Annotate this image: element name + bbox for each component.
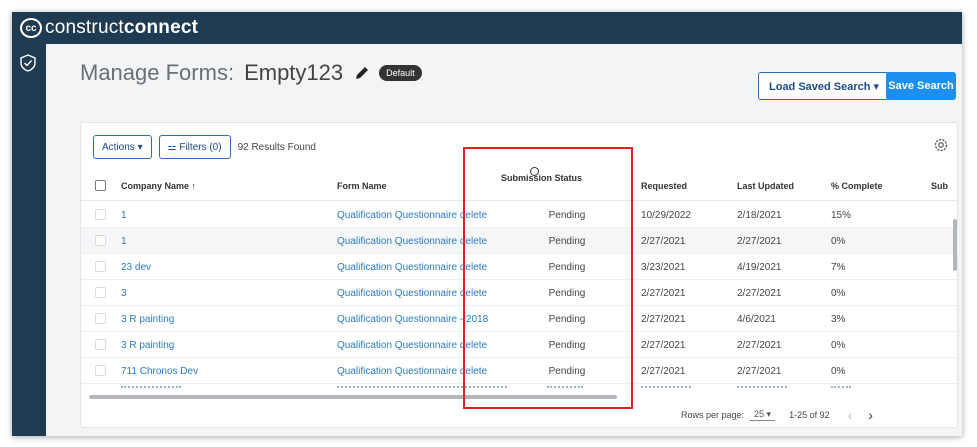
screenshot-frame: cc constructconnect Manage Forms: Empty1…: [12, 12, 962, 436]
complete-cell: 0%: [831, 236, 846, 247]
requested-cell: 10/29/2022: [641, 210, 692, 221]
updated-cell: 2/27/2021: [737, 340, 782, 351]
page-title: Manage Forms: Empty123 Default: [80, 60, 422, 86]
load-saved-search-button[interactable]: Load Saved Search ▾: [758, 72, 891, 100]
updated-cell: 4/6/2021: [737, 314, 776, 325]
previous-page-button[interactable]: ‹: [848, 407, 853, 423]
default-badge: Default: [379, 65, 422, 81]
mouse-cursor-icon: [530, 167, 539, 176]
requested-cell: 2/27/2021: [641, 366, 686, 377]
requested-cell: 3/23/2021: [641, 262, 686, 273]
next-page-button[interactable]: ›: [868, 407, 873, 423]
complete-cell: 0%: [831, 366, 846, 377]
clipped-text: [831, 386, 851, 390]
column-header-complete[interactable]: % Complete: [831, 181, 883, 191]
company-link[interactable]: 3 R painting: [121, 314, 174, 325]
table-toolbar: Actions ▾ ⚍ Filters (0) 92 Results Found: [93, 135, 316, 159]
pencil-edit-icon[interactable]: [353, 64, 371, 82]
page-range: 1-25 of 92: [789, 410, 830, 420]
company-link[interactable]: 23 dev: [121, 262, 151, 273]
column-header-requested[interactable]: Requested: [641, 181, 687, 191]
company-link[interactable]: 711 Chronos Dev: [121, 366, 198, 377]
clipped-text: [121, 386, 181, 390]
row-checkbox[interactable]: [95, 261, 106, 272]
actions-dropdown-button[interactable]: Actions ▾: [93, 135, 152, 159]
filters-button[interactable]: ⚍ Filters (0): [158, 135, 231, 159]
complete-cell: 7%: [831, 262, 846, 273]
complete-cell: 15%: [831, 210, 852, 221]
shield-check-icon[interactable]: [19, 54, 37, 72]
logo-mark-icon: cc: [20, 18, 42, 38]
save-search-button[interactable]: Save Search: [886, 72, 956, 100]
requested-cell: 2/27/2021: [641, 288, 686, 299]
updated-cell: 2/18/2021: [737, 210, 782, 221]
company-link[interactable]: 1: [121, 236, 127, 247]
brand-suffix: connect: [123, 17, 199, 38]
gear-icon[interactable]: [933, 137, 949, 153]
company-link[interactable]: 3: [121, 288, 127, 299]
results-count: 92 Results Found: [237, 141, 316, 153]
form-set-name: Empty123: [244, 60, 344, 85]
column-header-sub[interactable]: Sub: [931, 181, 948, 191]
rows-per-page-select[interactable]: 25 ▾: [750, 409, 776, 421]
left-sidebar: [12, 44, 46, 436]
requested-cell: 2/27/2021: [641, 236, 686, 247]
brand-name: constructconnect: [45, 17, 198, 39]
row-checkbox[interactable]: [95, 313, 106, 324]
page-title-prefix: Manage Forms:: [80, 60, 235, 85]
updated-cell: 2/27/2021: [737, 236, 782, 247]
requested-cell: 2/27/2021: [641, 314, 686, 325]
complete-cell: 3%: [831, 314, 846, 325]
row-checkbox[interactable]: [95, 235, 106, 246]
brand-prefix: construct: [45, 17, 124, 38]
row-checkbox[interactable]: [95, 209, 106, 220]
column-header-company[interactable]: Company Name ↑: [121, 181, 196, 191]
company-link[interactable]: 3 R painting: [121, 340, 174, 351]
row-checkbox[interactable]: [95, 365, 106, 376]
brand-logo[interactable]: cc constructconnect: [20, 17, 198, 39]
clipped-text: [737, 386, 787, 390]
annotation-highlight-box: [463, 147, 633, 409]
clipped-text: [641, 386, 691, 390]
top-navbar: cc constructconnect: [12, 12, 962, 44]
pagination: Rows per page: 25 ▾ 1-25 of 92 ‹ ›: [681, 407, 873, 423]
rows-per-page-label: Rows per page:: [681, 410, 745, 420]
requested-cell: 2/27/2021: [641, 340, 686, 351]
updated-cell: 2/27/2021: [737, 288, 782, 299]
column-header-form[interactable]: Form Name: [337, 181, 387, 191]
updated-cell: 4/19/2021: [737, 262, 782, 273]
vertical-scrollbar[interactable]: [953, 219, 957, 271]
company-link[interactable]: 1: [121, 210, 127, 221]
row-checkbox[interactable]: [95, 339, 106, 350]
column-header-updated[interactable]: Last Updated: [737, 181, 794, 191]
complete-cell: 0%: [831, 288, 846, 299]
row-checkbox[interactable]: [95, 287, 106, 298]
select-all-checkbox[interactable]: [95, 180, 106, 191]
complete-cell: 0%: [831, 340, 846, 351]
updated-cell: 2/27/2021: [737, 366, 782, 377]
